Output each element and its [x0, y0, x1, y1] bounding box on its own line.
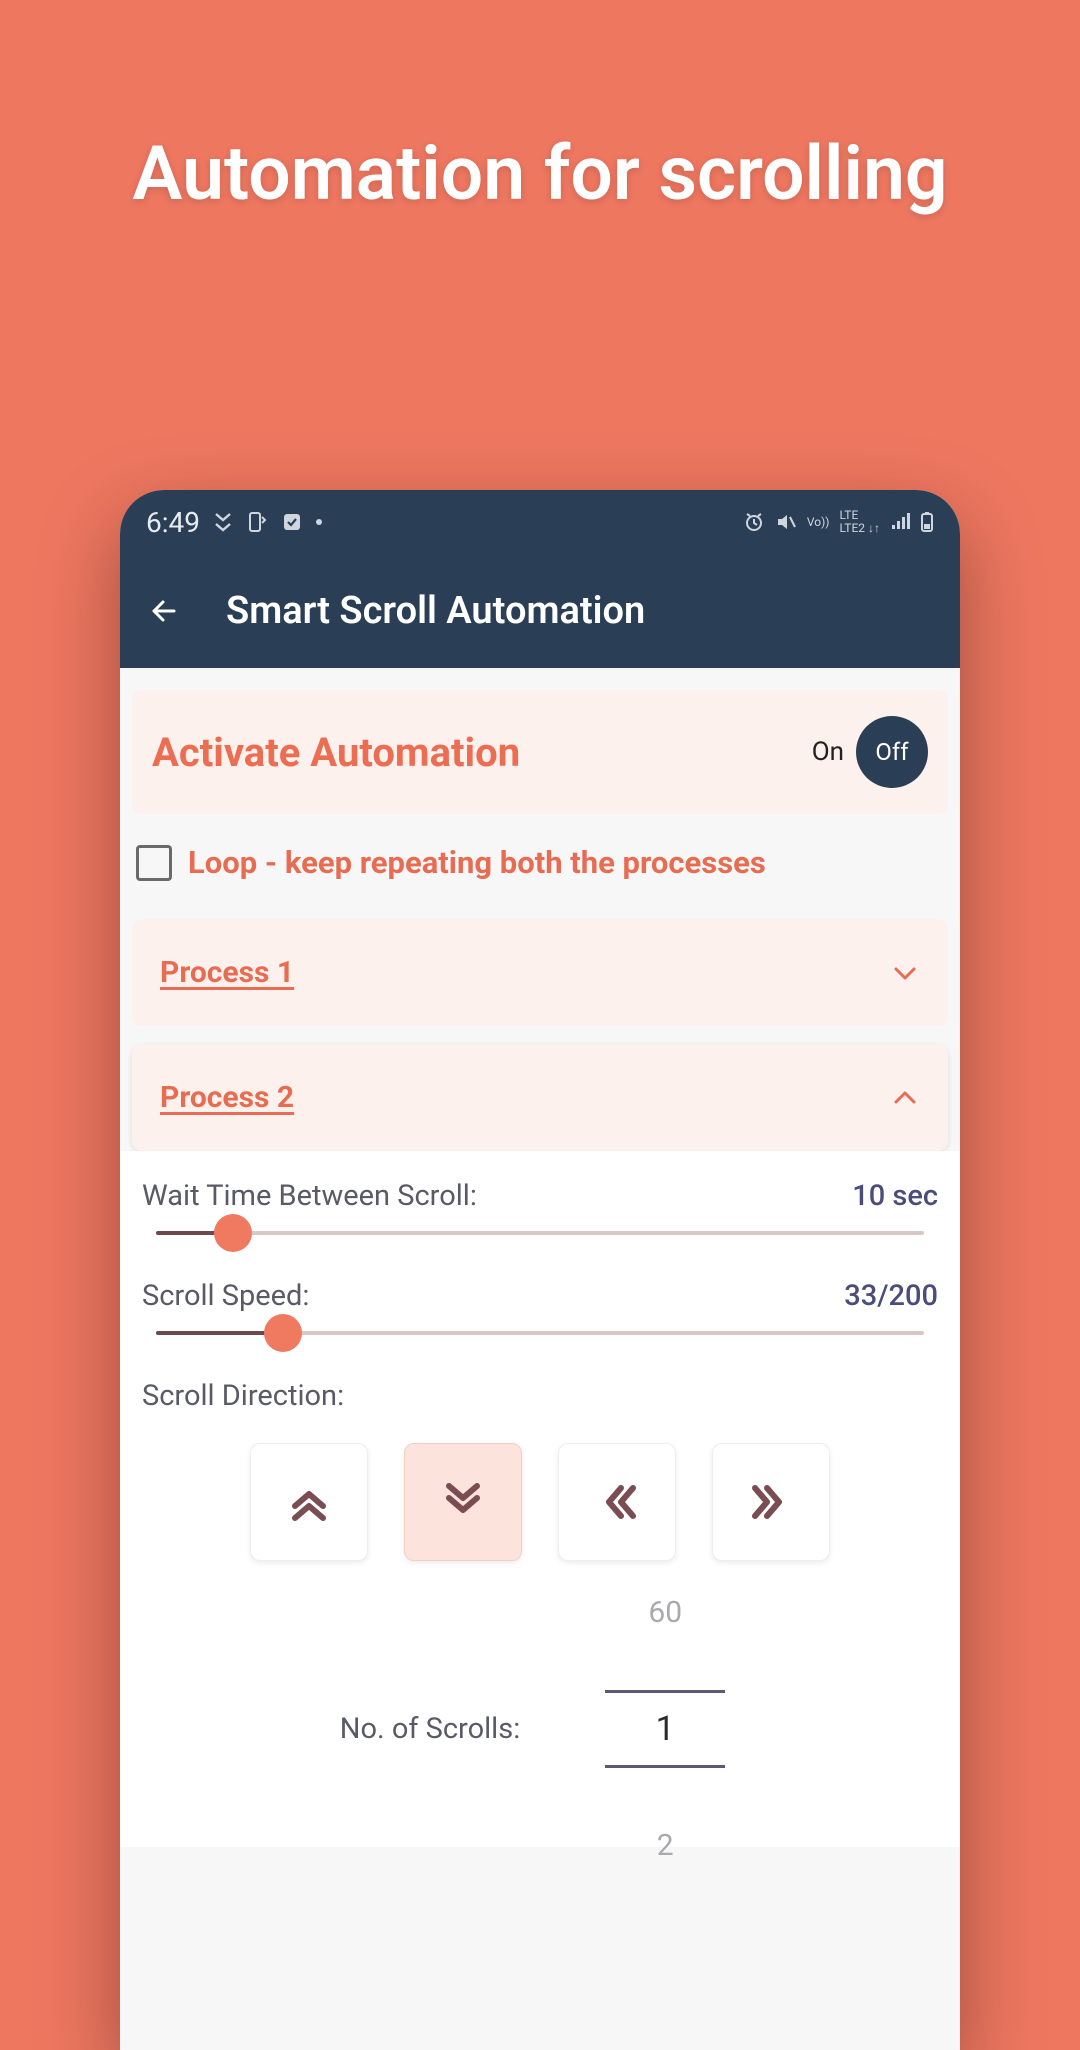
wait-time-label: Wait Time Between Scroll: [142, 1179, 477, 1213]
wait-time-row: Wait Time Between Scroll: 10 sec [142, 1179, 938, 1235]
direction-right-button[interactable] [712, 1443, 830, 1561]
scroll-speed-row: Scroll Speed: 33/200 [142, 1279, 938, 1335]
lte-indicator-icon: LTELTE2 ↓↑ [839, 509, 880, 535]
direction-down-button[interactable] [404, 1443, 522, 1561]
toggle-off-label[interactable]: Off [856, 716, 928, 788]
activate-automation-card: Activate Automation On Off [132, 690, 948, 814]
slider-thumb[interactable] [214, 1214, 252, 1252]
status-time: 6:49 [146, 506, 200, 539]
volume-mute-icon [775, 511, 797, 533]
chevron-down-icon [890, 958, 920, 988]
num-scrolls-picker[interactable]: 60 1 2 [590, 1611, 740, 1847]
status-bar: 6:49 Vo)) LTELTE2 ↓↑ [120, 490, 960, 554]
double-chevron-right-icon [743, 1474, 799, 1530]
signal-icon [890, 513, 910, 531]
wait-time-slider[interactable] [156, 1231, 924, 1235]
activate-automation-label: Activate Automation [152, 729, 520, 776]
loop-checkbox[interactable] [136, 845, 172, 881]
app-bar: Smart Scroll Automation [120, 554, 960, 668]
toggle-on-label[interactable]: On [812, 737, 844, 767]
num-scrolls-prev[interactable]: 60 [648, 1581, 682, 1644]
loop-label: Loop - keep repeating both the processes [188, 844, 766, 881]
process-2-header[interactable]: Process 2 [132, 1044, 948, 1151]
process-2-title: Process 2 [160, 1080, 294, 1115]
double-chevron-left-icon [589, 1474, 645, 1530]
alarm-icon [743, 511, 765, 533]
direction-up-button[interactable] [250, 1443, 368, 1561]
vowifi-icon: Vo)) [807, 516, 830, 528]
promo-title: Automation for scrolling [0, 130, 1080, 218]
process-1-title: Process 1 [160, 955, 294, 990]
loop-row[interactable]: Loop - keep repeating both the processes [120, 814, 960, 901]
double-chevron-up-icon [281, 1474, 337, 1530]
phone-frame: 6:49 Vo)) LTELTE2 ↓↑ [120, 490, 960, 2050]
content-scroll[interactable]: Activate Automation On Off Loop - keep r… [120, 668, 960, 2050]
slider-thumb[interactable] [264, 1314, 302, 1352]
battery-icon [920, 511, 934, 533]
num-scrolls-current[interactable]: 1 [605, 1690, 725, 1768]
scroll-speed-value: 33/200 [844, 1279, 938, 1313]
process-1-header[interactable]: Process 1 [132, 919, 948, 1026]
scroll-speed-label: Scroll Speed: [142, 1279, 309, 1313]
phone-sync-icon [246, 511, 268, 533]
scroll-speed-slider[interactable] [156, 1331, 924, 1335]
wait-time-value: 10 sec [852, 1179, 938, 1213]
dot-icon [316, 519, 322, 525]
chevron-up-icon [890, 1083, 920, 1113]
scroll-direction-label: Scroll Direction: [142, 1379, 938, 1413]
back-button[interactable] [140, 587, 188, 635]
process-2-body: Wait Time Between Scroll: 10 sec Scroll … [120, 1151, 960, 1847]
direction-left-button[interactable] [558, 1443, 676, 1561]
app-title: Smart Scroll Automation [226, 589, 940, 633]
activate-toggle[interactable]: On Off [812, 716, 928, 788]
num-scrolls-next[interactable]: 2 [657, 1814, 674, 1877]
shield-check-icon [282, 512, 302, 532]
scroll-direction-group [142, 1443, 938, 1561]
double-chevron-down-icon [214, 511, 232, 533]
num-scrolls-row: No. of Scrolls: 60 1 2 [142, 1611, 938, 1847]
num-scrolls-label: No. of Scrolls: [340, 1712, 520, 1746]
double-chevron-down-icon [435, 1474, 491, 1530]
arrow-left-icon [146, 593, 182, 629]
